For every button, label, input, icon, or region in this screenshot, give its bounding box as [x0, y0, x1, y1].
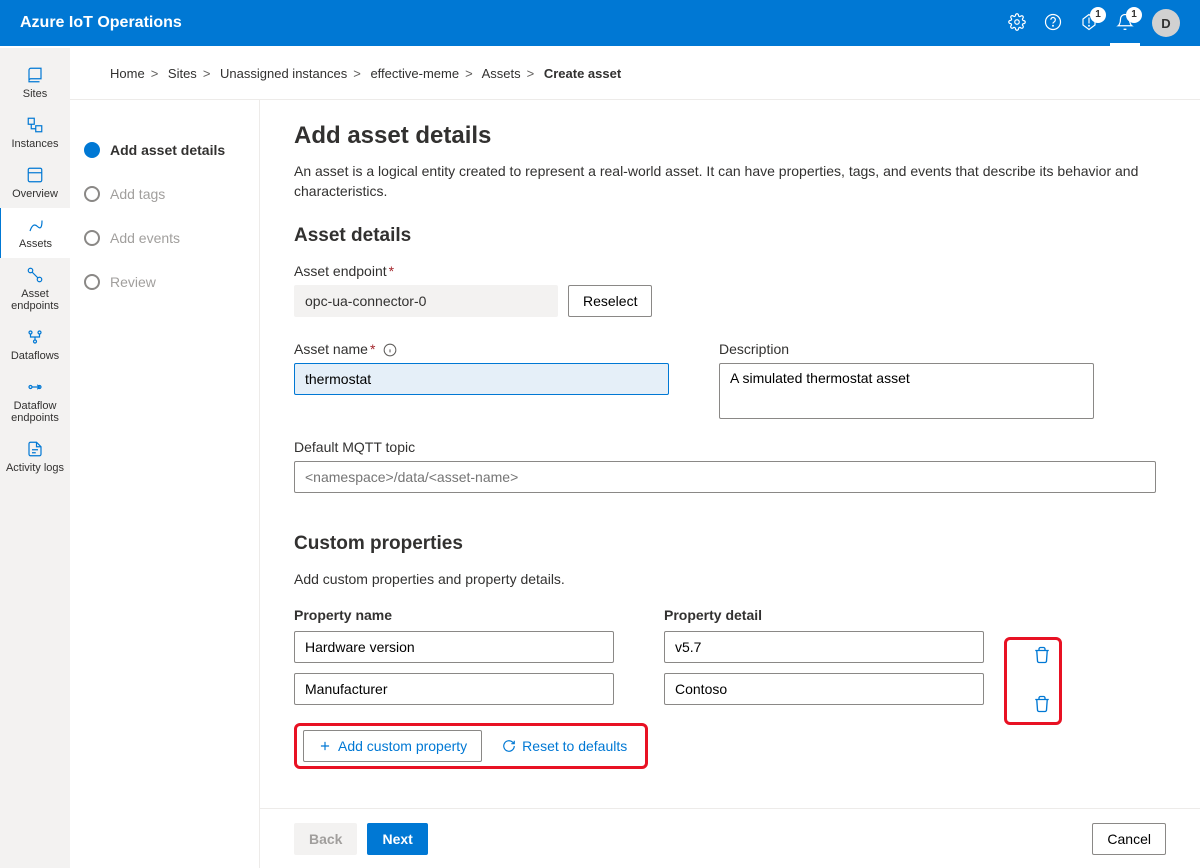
sidebar-item-sites[interactable]: Sites	[0, 58, 70, 108]
asset-endpoint-label: Asset endpoint*	[294, 263, 1156, 279]
sidebar-item-instances[interactable]: Instances	[0, 108, 70, 158]
trash-icon[interactable]	[1033, 695, 1051, 716]
highlight-delete	[1004, 637, 1062, 725]
sidebar: Sites Instances Overview Assets Asset en…	[0, 48, 70, 868]
avatar[interactable]: D	[1152, 9, 1180, 37]
breadcrumb-link[interactable]: Home	[110, 66, 145, 81]
description-input[interactable]: A simulated thermostat asset	[719, 363, 1094, 419]
property-row	[294, 631, 984, 663]
section-custom-properties: Custom properties	[294, 533, 1156, 555]
breadcrumb-current: Create asset	[544, 66, 621, 81]
sidebar-item-asset-endpoints[interactable]: Asset endpoints	[0, 258, 70, 320]
property-row	[294, 673, 984, 705]
book-icon	[4, 66, 66, 84]
cancel-button[interactable]: Cancel	[1092, 823, 1166, 855]
breadcrumb-link[interactable]: effective-meme	[370, 66, 459, 81]
asset-endpoint-value: opc-ua-connector-0	[294, 285, 558, 317]
col-property-name: Property name	[294, 607, 614, 623]
property-name-input[interactable]	[294, 631, 614, 663]
wizard-step-add-tags[interactable]: Add tags	[84, 172, 259, 216]
instances-icon	[4, 116, 66, 134]
top-bar: Azure IoT Operations 1 1 D	[0, 0, 1200, 48]
mqtt-label: Default MQTT topic	[294, 439, 1156, 455]
dataflow-endpoints-icon	[4, 378, 66, 396]
diagnostics-badge: 1	[1090, 7, 1106, 23]
add-custom-property-button[interactable]: Add custom property	[303, 730, 482, 762]
reset-defaults-button[interactable]: Reset to defaults	[494, 738, 635, 754]
section-asset-details: Asset details	[294, 225, 1156, 247]
trash-icon[interactable]	[1033, 646, 1051, 667]
diagnostics-icon[interactable]: 1	[1080, 13, 1098, 34]
sidebar-item-assets[interactable]: Assets	[0, 208, 70, 258]
wizard-step-review[interactable]: Review	[84, 260, 259, 304]
logs-icon	[4, 440, 66, 458]
footer-bar: Back Next Cancel	[260, 808, 1200, 868]
breadcrumb-link[interactable]: Assets	[482, 66, 521, 81]
assets-icon	[5, 216, 66, 234]
highlight-buttons: Add custom property Reset to defaults	[294, 723, 648, 769]
sidebar-item-dataflows[interactable]: Dataflows	[0, 320, 70, 370]
asset-name-label: Asset name*	[294, 341, 669, 357]
property-detail-input[interactable]	[664, 673, 984, 705]
overview-icon	[4, 166, 66, 184]
intro-text: An asset is a logical entity created to …	[294, 162, 1156, 201]
next-button[interactable]: Next	[367, 823, 427, 855]
back-button: Back	[294, 823, 357, 855]
page-title: Add asset details	[294, 122, 1156, 150]
settings-icon[interactable]	[1008, 13, 1026, 34]
breadcrumb-link[interactable]: Unassigned instances	[220, 66, 347, 81]
description-label: Description	[719, 341, 1094, 357]
col-property-detail: Property detail	[664, 607, 984, 623]
wizard-steps: Add asset details Add tags Add events Re…	[70, 100, 260, 868]
mqtt-input[interactable]	[294, 461, 1156, 493]
endpoint-icon	[4, 266, 66, 284]
asset-name-input[interactable]	[294, 363, 669, 395]
breadcrumb: Home> Sites> Unassigned instances> effec…	[70, 48, 1200, 100]
brand-title: Azure IoT Operations	[20, 14, 1008, 32]
sidebar-item-overview[interactable]: Overview	[0, 158, 70, 208]
dataflows-icon	[4, 328, 66, 346]
help-icon[interactable]	[1044, 13, 1062, 34]
sidebar-item-dataflow-endpoints[interactable]: Dataflow endpoints	[0, 370, 70, 432]
custom-intro: Add custom properties and property detai…	[294, 571, 1156, 587]
breadcrumb-link[interactable]: Sites	[168, 66, 197, 81]
wizard-step-add-asset-details[interactable]: Add asset details	[84, 128, 259, 172]
info-icon[interactable]	[383, 343, 397, 357]
property-name-input[interactable]	[294, 673, 614, 705]
notifications-badge: 1	[1126, 7, 1142, 23]
notifications-icon[interactable]: 1	[1116, 13, 1134, 34]
property-detail-input[interactable]	[664, 631, 984, 663]
reselect-button[interactable]: Reselect	[568, 285, 652, 317]
sidebar-item-activity-logs[interactable]: Activity logs	[0, 432, 70, 482]
wizard-step-add-events[interactable]: Add events	[84, 216, 259, 260]
